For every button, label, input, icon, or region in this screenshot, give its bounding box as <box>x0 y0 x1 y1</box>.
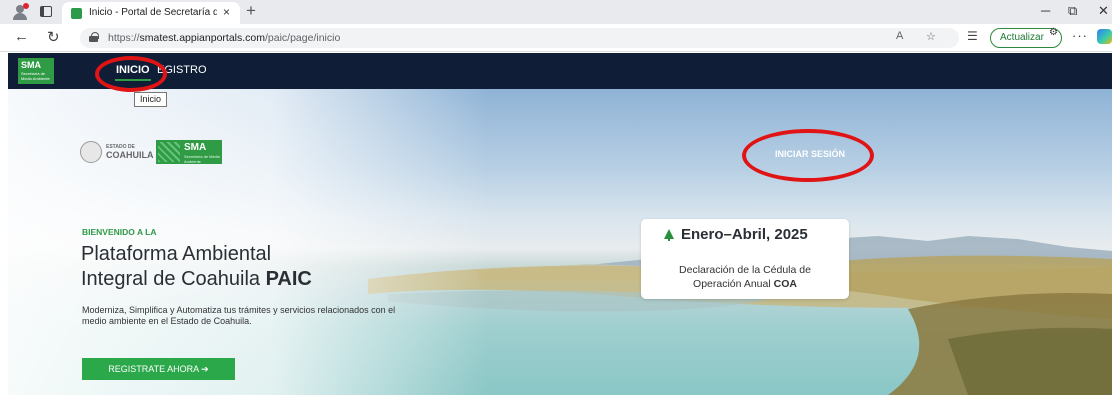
sma-logo[interactable]: SMA Secretaría de Medio Ambiente <box>18 58 54 84</box>
tab-title: Inicio - Portal de Secretaría de Medio <box>89 7 217 18</box>
site-navbar: SMA Secretaría de Medio Ambiente INICIO … <box>8 53 1112 89</box>
back-icon[interactable]: ← <box>14 28 29 45</box>
address-bar-row: ← ↻ https://smatest.appianportals.com/pa… <box>0 24 1112 52</box>
lock-icon[interactable] <box>89 32 99 42</box>
sma-logo-subtext: Secretaría de Medio Ambiente <box>21 71 50 81</box>
url-text[interactable]: https://smatest.appianportals.com/paic/p… <box>108 32 340 44</box>
hero-haze-overlay <box>8 89 488 395</box>
minimize-icon[interactable]: ─ <box>1041 3 1050 18</box>
workspaces-icon[interactable] <box>40 6 52 17</box>
site-favicon-icon <box>71 8 82 19</box>
annotation-circle-inicio <box>95 56 167 92</box>
more-icon[interactable]: ··· <box>1072 28 1088 43</box>
sma-logo-large: SMA Secretaría de Medio Ambiente <box>156 140 222 164</box>
state-logo-big-text: COAHUILA <box>106 150 154 160</box>
refresh-icon[interactable]: ↻ <box>47 28 60 46</box>
favorite-icon[interactable]: ☆ <box>926 30 936 43</box>
address-bar[interactable]: https://smatest.appianportals.com/paic/p… <box>80 28 959 48</box>
hero-title-line2: Integral de Coahuila PAIC <box>81 268 312 290</box>
sma-logo-text: SMA <box>21 60 41 70</box>
sma-large-subtext: Secretaría de Medio Ambiente <box>184 154 221 164</box>
restore-icon[interactable]: ⧉ <box>1068 3 1077 19</box>
favorites-icon[interactable]: ☰ <box>967 29 978 43</box>
browser-tab-active[interactable]: Inicio - Portal de Secretaría de Medio × <box>62 2 240 24</box>
copilot-icon[interactable] <box>1097 29 1112 44</box>
hero-banner <box>8 89 1112 395</box>
coahuila-sma-logo: ESTADO DE COAHUILA SMA Secretaría de Med… <box>80 140 230 164</box>
update-label: Actualizar <box>1000 32 1044 43</box>
annotation-circle-login <box>742 129 874 182</box>
card-line2: Operación Anual COA <box>693 278 797 290</box>
sma-large-text: SMA <box>184 142 207 153</box>
browser-tab-strip: Inicio - Portal de Secretaría de Medio ×… <box>0 0 1112 24</box>
inicio-tooltip: Inicio <box>134 92 167 107</box>
profile-icon[interactable] <box>12 3 29 20</box>
coahuila-seal-icon <box>80 141 102 163</box>
card-period: Enero–Abril, 2025 <box>681 226 808 243</box>
update-icon: ⚙ <box>1049 27 1058 38</box>
hero-description: Moderniza, Simplifica y Automatiza tus t… <box>82 305 396 326</box>
tree-icon <box>664 229 674 241</box>
card-line1: Declaración de la Cédula de <box>679 264 811 276</box>
sma-pattern-icon <box>158 142 180 162</box>
tab-close-icon[interactable]: × <box>223 5 230 19</box>
read-aloud-icon[interactable]: A <box>896 30 903 42</box>
register-now-button[interactable]: REGISTRATE AHORA ➔ <box>82 358 235 380</box>
hero-title-line1: Plataforma Ambiental <box>81 243 272 265</box>
new-tab-button[interactable]: + <box>246 1 256 21</box>
welcome-eyebrow: BIENVENIDO A LA <box>82 227 157 237</box>
close-icon[interactable]: ✕ <box>1098 3 1109 19</box>
coa-announcement-card[interactable]: Enero–Abril, 2025 Declaración de la Cédu… <box>641 219 849 299</box>
